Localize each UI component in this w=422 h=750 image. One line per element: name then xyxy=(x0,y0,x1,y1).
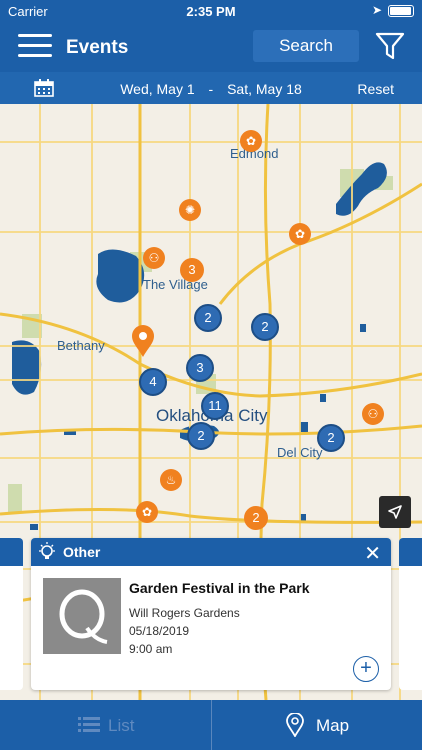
art-event-icon[interactable]: ✿ xyxy=(136,501,158,523)
event-cluster[interactable]: 3 xyxy=(186,354,214,382)
card-header: Other ✕ xyxy=(31,538,391,566)
idea-event-icon[interactable]: ✺ xyxy=(179,199,201,221)
tab-list-label: List xyxy=(108,716,135,735)
event-cluster[interactable]: 2 xyxy=(194,304,222,332)
event-cluster[interactable]: 2 xyxy=(317,424,345,452)
event-time: 9:00 am xyxy=(129,642,173,656)
start-date: Wed, May 1 xyxy=(120,81,195,97)
event-cluster[interactable]: 4 xyxy=(139,368,167,396)
event-category: Other xyxy=(63,544,101,560)
end-date: Sat, May 18 xyxy=(227,81,302,97)
next-event-card[interactable] xyxy=(399,538,422,690)
family-event-icon[interactable]: ⚇ xyxy=(362,403,384,425)
search-button[interactable]: Search xyxy=(253,30,359,62)
event-cluster-orange[interactable]: 2 xyxy=(244,506,268,530)
tab-list[interactable]: List xyxy=(0,700,211,750)
top-bar: Carrier 2:35 PM ➤ Events Search xyxy=(0,0,422,72)
hamburger-line-icon xyxy=(18,44,52,47)
date-range-bar: Wed, May 1 - Sat, May 18 Reset xyxy=(0,72,422,104)
tab-map-label: Map xyxy=(316,716,350,735)
art-event-icon[interactable]: ✿ xyxy=(289,223,311,245)
venue-logo-icon xyxy=(59,589,108,644)
location-arrow-icon: ➤ xyxy=(371,3,382,17)
prev-event-card[interactable] xyxy=(0,538,23,690)
food-event-icon[interactable]: ♨ xyxy=(160,469,182,491)
page-title: Events xyxy=(66,37,129,58)
family-event-icon[interactable]: ⚇ xyxy=(143,247,165,269)
event-cluster[interactable]: 11 xyxy=(201,392,229,420)
art-event-icon[interactable]: ✿ xyxy=(240,130,262,152)
filter-icon[interactable] xyxy=(374,30,406,62)
map-pin-icon xyxy=(286,713,304,737)
event-thumbnail xyxy=(43,578,121,654)
battery-icon xyxy=(388,5,414,17)
tab-map[interactable]: Map xyxy=(211,700,422,750)
map-label-del-city: Del City xyxy=(277,445,323,460)
status-bar: Carrier 2:35 PM ➤ xyxy=(0,0,422,22)
event-cluster[interactable]: 2 xyxy=(251,313,279,341)
event-title[interactable]: Garden Festival in the Park xyxy=(129,580,310,596)
event-cluster[interactable]: 2 xyxy=(187,422,215,450)
locate-me-button[interactable] xyxy=(379,496,411,528)
card-header xyxy=(399,538,422,566)
card-header xyxy=(0,538,23,566)
date-separator: - xyxy=(208,81,214,97)
reset-button[interactable]: Reset xyxy=(357,81,394,97)
hamburger-line-icon xyxy=(18,34,52,37)
selected-pin-icon[interactable] xyxy=(130,324,156,358)
lightbulb-icon xyxy=(39,542,55,559)
hamburger-line-icon xyxy=(18,54,52,57)
bottom-tab-bar: List Map xyxy=(0,700,422,750)
status-time: 2:35 PM xyxy=(186,4,236,19)
list-icon xyxy=(78,717,100,732)
event-venue: Will Rogers Gardens xyxy=(129,606,240,620)
navigation-arrow-icon xyxy=(388,505,402,519)
menu-button[interactable] xyxy=(18,34,52,58)
map-label-bethany: Bethany xyxy=(57,338,105,353)
event-cluster-orange[interactable]: 3 xyxy=(180,258,204,282)
add-event-button[interactable]: + xyxy=(353,656,379,682)
event-date: 05/18/2019 xyxy=(129,624,190,638)
close-icon[interactable]: ✕ xyxy=(364,541,381,566)
event-card[interactable]: Other ✕ Garden Festival in the Park Will… xyxy=(31,538,391,690)
